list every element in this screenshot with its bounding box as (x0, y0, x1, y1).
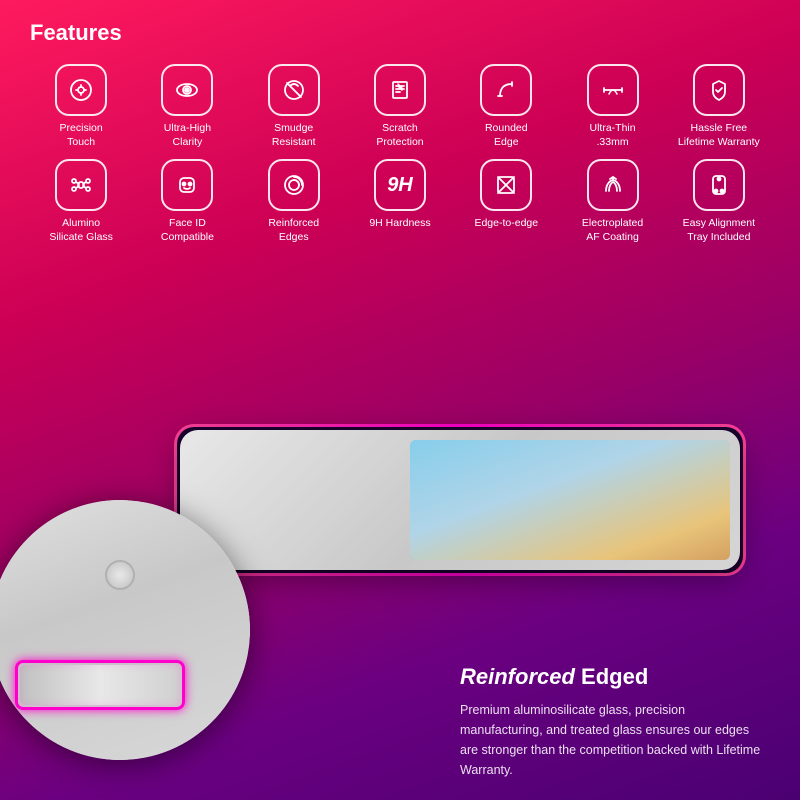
main-container: Features PrecisionTouch Ultra-HighClarit… (0, 0, 800, 800)
reinforced-edged-title: Reinforced Edged (460, 664, 770, 690)
feature-hassle-free: Hassle FreeLifetime Warranty (668, 64, 770, 149)
feature-edge-to-edge: Edge-to-edge (455, 159, 557, 244)
reinforced-edged-body: Premium aluminosilicate glass, precision… (460, 700, 770, 780)
hassle-free-icon (693, 64, 745, 116)
feature-alumino-silicate: AluminoSilicate Glass (30, 159, 132, 244)
precision-touch-icon (55, 64, 107, 116)
feature-ultra-high-clarity: Ultra-HighClarity (136, 64, 238, 149)
bottom-section: Reinforced Edged Premium aluminosilicate… (0, 380, 800, 800)
feature-electroplated: ElectroplatedAF Coating (561, 159, 663, 244)
9h-text: 9H (387, 174, 413, 197)
alumino-silicate-label: AluminoSilicate Glass (49, 217, 113, 244)
9h-hardness-icon: 9H (374, 159, 426, 211)
alumino-silicate-icon (55, 159, 107, 211)
feature-rounded-edge: RoundedEdge (455, 64, 557, 149)
hassle-free-label: Hassle FreeLifetime Warranty (678, 122, 760, 149)
ultra-high-clarity-icon (161, 64, 213, 116)
9h-hardness-label: 9H Hardness (369, 217, 430, 231)
edge-to-edge-label: Edge-to-edge (474, 217, 538, 231)
features-grid-row2: AluminoSilicate Glass Face IDCompatible … (30, 159, 770, 244)
features-grid-row1: PrecisionTouch Ultra-HighClarity SmudgeR… (30, 64, 770, 149)
phone-main (180, 430, 740, 570)
circle-edge-glow (15, 660, 185, 710)
electroplated-label: ElectroplatedAF Coating (582, 217, 643, 244)
feature-ultra-thin: Ultra-Thin.33mm (561, 64, 663, 149)
info-box: Reinforced Edged Premium aluminosilicate… (460, 664, 770, 780)
phone-screen (410, 440, 730, 560)
ultra-thin-label: Ultra-Thin.33mm (590, 122, 636, 149)
easy-alignment-icon (693, 159, 745, 211)
ultra-thin-icon (587, 64, 639, 116)
phone-screen-inner (410, 440, 730, 560)
title-normal: Edged (575, 664, 648, 689)
features-title: Features (30, 20, 770, 46)
feature-face-id: Face IDCompatible (136, 159, 238, 244)
rounded-edge-icon (480, 64, 532, 116)
feature-smudge-resistant: SmudgeResistant (243, 64, 345, 149)
ultra-high-clarity-label: Ultra-HighClarity (164, 122, 211, 149)
smudge-resistant-icon (268, 64, 320, 116)
face-id-label: Face IDCompatible (161, 217, 214, 244)
circle-magnify (0, 500, 250, 760)
feature-reinforced-edges: ReinforcedEdges (243, 159, 345, 244)
electroplated-icon (587, 159, 639, 211)
reinforced-edges-icon (268, 159, 320, 211)
feature-precision-touch: PrecisionTouch (30, 64, 132, 149)
scratch-protection-label: ScratchProtection (376, 122, 423, 149)
rounded-edge-label: RoundedEdge (485, 122, 528, 149)
face-id-icon (161, 159, 213, 211)
precision-touch-label: PrecisionTouch (60, 122, 103, 149)
feature-scratch-protection: ScratchProtection (349, 64, 451, 149)
reinforced-edges-label: ReinforcedEdges (268, 217, 319, 244)
circle-inner (0, 500, 250, 760)
smudge-resistant-label: SmudgeResistant (272, 122, 316, 149)
easy-alignment-label: Easy AlignmentTray Included (683, 217, 755, 244)
edge-to-edge-icon (480, 159, 532, 211)
title-bold: Reinforced (460, 664, 575, 689)
circle-home-button (105, 560, 135, 590)
feature-9h-hardness: 9H 9H Hardness (349, 159, 451, 244)
feature-easy-alignment: Easy AlignmentTray Included (668, 159, 770, 244)
features-section: Features PrecisionTouch Ultra-HighClarit… (0, 0, 800, 265)
scratch-protection-icon (374, 64, 426, 116)
